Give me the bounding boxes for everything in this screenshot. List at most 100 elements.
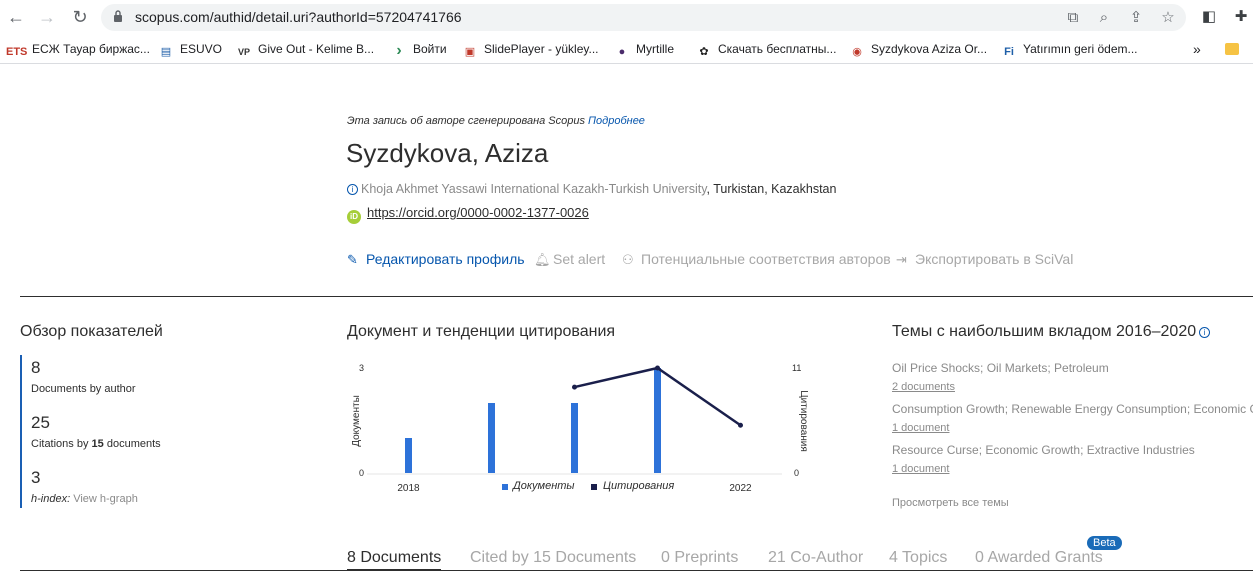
esuvo-icon: ▤ [160,46,172,58]
topic-name[interactable]: Oil Price Shocks; Oil Markets; Petroleum [892,361,1109,375]
orcid-row: iD https://orcid.org/0000-0002-1377-0026 [347,205,589,224]
affiliation-name[interactable]: Khoja Akhmet Yassawi International Kazak… [361,182,707,196]
bookmark-label: SlidePlayer - yükley... [484,42,599,56]
affiliation-location: , Turkistan, Kazakhstan [706,182,837,196]
paw-icon: ✿ [699,46,709,58]
tab-documents[interactable]: 8 Documents [347,549,442,571]
info-icon[interactable]: i [1199,327,1211,338]
documents-label: Documents by author [31,383,136,395]
tab-topics[interactable]: 4 Topics [889,549,947,567]
documents-count[interactable]: 8 [31,358,40,378]
sidepanel-icon[interactable]: ◧ [1200,8,1218,26]
x-tick-label: 2022 [729,483,752,494]
slideplayer-icon: ▣ [464,46,476,58]
potential-matches-button[interactable]: ⚇ Потенциальные соответствия авторов [622,251,891,268]
bookmark-label: ЕСЖ Тауар биржас... [32,42,150,56]
bookmark-label: Syzdykova Aziza Or... [871,42,988,56]
topics-title-text: Темы с наибольшим вкладом 2016–2020 [892,323,1197,340]
y-left-tick-max: 3 [359,363,364,373]
folder-icon[interactable] [1225,40,1239,58]
orcid-bookmark-icon: ◉ [852,46,862,58]
bookmark-label: ESUVO [180,42,223,56]
bookmark-item[interactable]: VP Give Out - Kelime B... [236,40,374,58]
login-icon: › [396,42,402,59]
y-right-tick-max: 11 [792,363,801,373]
set-alert-button[interactable]: 🔔︎ Set alert [534,251,605,268]
documents-citations-chart: 3 0 Документы 11 0 Цитирования 2018 2022 Докумен… [351,363,809,494]
y-left-axis-label: Документы [351,395,362,447]
fi-icon: Fi [1004,46,1014,58]
edit-profile-button[interactable]: ✎ Редактировать профиль [347,251,525,268]
export-icon: ⇥ [896,252,907,267]
address-bar[interactable]: scopus.com/authid/detail.uri?authorId=57… [101,4,1186,31]
orcid-link[interactable]: https://orcid.org/0000-0002-1377-0026 [367,205,589,220]
bookmarks-more-button[interactable]: » [1193,40,1201,58]
bar-documents [654,368,661,473]
bookmark-label: Войти [413,42,447,56]
x-tick-label: 2018 [397,483,420,494]
citations-count[interactable]: 25 [31,413,50,433]
share-icon[interactable]: ⇪ [1127,9,1145,27]
author-name: Syzdykova, Aziza [346,138,549,168]
divider [20,296,1253,297]
bookmark-item[interactable]: ▤ ESUVO [158,40,222,58]
hindex-label: h-index: View h-graph [31,493,138,505]
legend-swatch-documents [502,484,508,490]
tab-preprints[interactable]: 0 Preprints [661,549,738,567]
forward-icon[interactable]: → [37,7,57,27]
orcid-icon: iD [347,210,361,224]
legend-label-documents: Документы [511,480,575,492]
point-citations [572,384,577,390]
view-hgraph-link[interactable]: View h-graph [73,493,138,505]
pencil-icon: ✎ [347,252,358,267]
learn-more-link[interactable]: Подробнее [588,115,645,127]
tab-awarded-grants[interactable]: 0 Awarded Grants [975,549,1103,567]
legend-swatch-citations [591,484,597,490]
bookmarks-bar: ETS ЕСЖ Тауар биржас... ▤ ESUVO VP Give Out… [0,36,1253,62]
view-all-topics-link[interactable]: Просмотреть все темы [892,497,1009,509]
tab-co-authors[interactable]: 21 Co-Author [768,549,863,567]
reload-icon[interactable]: ↻ [70,7,90,27]
bookmark-item[interactable]: Fi Yatırımın geri ödem... [1001,40,1137,58]
bookmark-item[interactable]: ◉ Syzdykova Aziza Or... [849,40,987,58]
point-citations [738,422,743,428]
export-scival-button[interactable]: ⇥ Экспортировать в SciVal [896,251,1073,268]
citations-label-count: 15 [91,438,104,450]
extensions-icon[interactable]: ✚ [1232,8,1250,26]
bookmark-label: Myrtille [636,42,674,56]
bookmark-item[interactable]: ▣ SlidePlayer - yükley... [462,40,599,58]
zoom-icon[interactable]: ⌕ [1095,9,1113,27]
chart-title: Документ и тенденции цитирования [347,323,616,340]
topic-documents-link[interactable]: 1 document [892,422,949,434]
topic-name[interactable]: Consumption Growth; Renewable Energy Con… [892,402,1253,416]
y-left-tick-min: 0 [359,468,364,478]
bookmark-item[interactable]: ETS ЕСЖ Тауар биржас... [6,40,150,58]
point-citations [655,365,660,371]
topic-documents-link[interactable]: 2 documents [892,381,955,393]
ets-icon: ETS [6,46,28,58]
y-right-tick-min: 0 [794,468,799,478]
bar-documents [405,438,412,473]
browser-toolbar: ← → ↻ scopus.com/authid/detail.uri?autho… [0,0,1253,34]
bookmark-item[interactable]: › Войти [391,40,447,59]
topic-documents-link[interactable]: 1 document [892,463,949,475]
set-alert-label: Set alert [553,251,606,267]
edit-profile-label: Редактировать профиль [366,251,525,267]
citations-label: Citations by 15 documents [31,438,161,450]
bookmark-item[interactable]: ● Myrtille [614,40,674,58]
lock-icon [114,10,122,22]
topics-title: Темы с наибольшим вкладом 2016–2020 i [892,323,1211,341]
bookmark-star-icon[interactable]: ☆ [1159,9,1177,27]
hindex-value: 3 [31,468,41,487]
chrome-separator [0,63,1253,64]
info-icon[interactable]: i [347,184,358,195]
url-text: scopus.com/authid/detail.uri?authorId=57… [135,9,462,25]
tab-cited-by[interactable]: Cited by 15 Documents [470,549,636,567]
bookmark-item[interactable]: ✿ Скачать бесплатны... [696,40,836,58]
translate-icon[interactable]: ⧉ [1064,9,1082,27]
author-record-note: Эта запись об авторе сгенерирована Scopu… [347,115,645,127]
topic-name[interactable]: Resource Curse; Economic Growth; Extract… [892,443,1195,457]
users-icon: ⚇ [622,252,634,267]
note-text: Эта запись об авторе сгенерирована Scopu… [347,115,585,127]
back-icon[interactable]: ← [6,7,26,27]
